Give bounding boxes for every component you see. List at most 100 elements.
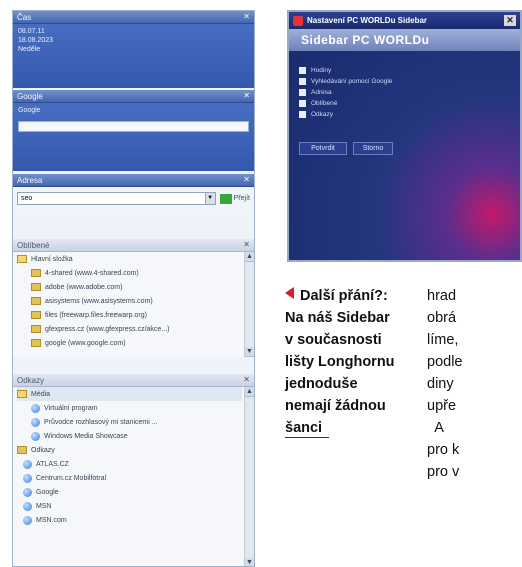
link-item[interactable]: Centrum.cz Mobilfotral: [17, 471, 242, 485]
address-input-value: seo: [21, 195, 33, 202]
folder-icon: [17, 255, 27, 263]
caption-line: v současnosti: [285, 332, 382, 348]
link-icon: [31, 431, 40, 441]
address-title: Adresa: [17, 175, 43, 185]
link-item-label: Virtuální program: [44, 404, 98, 412]
checkbox-icon[interactable]: [299, 89, 306, 96]
dialog-option[interactable]: Adresa: [289, 87, 520, 98]
favorite-item-label: google (www.google.com): [45, 339, 126, 347]
link-icon: [23, 515, 32, 525]
caption-line: nemají žádnou: [285, 398, 386, 414]
folder-icon: [31, 297, 41, 305]
article-line: upře: [427, 398, 457, 414]
folder-icon: [17, 446, 27, 454]
checkbox-icon[interactable]: [299, 100, 306, 107]
panel-close-icon[interactable]: ✕: [243, 13, 250, 21]
article-line: podle: [427, 354, 463, 370]
article-text-column: hrad obrá líme, podle diny upře Apro k pro v: [427, 285, 522, 483]
dialog-option[interactable]: Hodiny: [289, 65, 520, 76]
caption-rule: [285, 437, 329, 438]
other-folder-label: Odkazy: [31, 446, 55, 454]
google-title: Google: [17, 91, 43, 101]
link-item[interactable]: MSN.com: [17, 513, 242, 527]
dialog-header: Sidebar PC WORLDu: [289, 29, 520, 51]
links-scrollbar[interactable]: ▲ ▼: [244, 387, 254, 566]
favorites-root[interactable]: Hlavní složka: [17, 252, 242, 266]
links-title: Odkazy: [17, 375, 45, 385]
google-label: Google: [18, 107, 41, 114]
clock-date-2: 18.08.2023: [18, 37, 54, 44]
dialog-title: Nastavení PC WORLDu Sidebar: [307, 16, 428, 25]
sidebar-screenshot: Čas ✕ 08.07.11 18.08.2023 Neděle Google ✕ …: [12, 10, 255, 567]
article-line: pro k: [427, 442, 460, 458]
dialog-option-label: Hodiny: [311, 67, 332, 74]
app-logo-icon: [293, 15, 303, 26]
link-item-label: MSN.com: [36, 516, 67, 524]
google-search-input[interactable]: [18, 121, 249, 132]
dialog-option[interactable]: Vyhledávání pomocí Google: [289, 76, 520, 87]
links-panel: Odkazy ✕ Média Virtuální program Průvodce …: [13, 374, 254, 566]
scroll-down-icon[interactable]: ▼: [245, 347, 254, 357]
close-icon[interactable]: ✕: [504, 15, 516, 26]
article-line: A: [427, 420, 444, 436]
media-folder[interactable]: Média: [17, 387, 242, 401]
favorite-item[interactable]: google (www.google.com): [17, 336, 242, 350]
checkbox-icon[interactable]: [299, 67, 306, 74]
caption-line: Na náš Sidebar: [285, 310, 390, 326]
link-item[interactable]: Google: [17, 485, 242, 499]
apply-button[interactable]: Potvrdit: [299, 142, 347, 155]
favorite-item[interactable]: gfexpress.cz (www.gfexpress.cz/akce...): [17, 322, 242, 336]
address-panel: Adresa ✕ seo ▼ Přejít: [13, 174, 254, 214]
folder-icon: [31, 325, 41, 333]
article-line: hrad: [427, 288, 457, 304]
checkbox-icon[interactable]: [299, 78, 306, 85]
scroll-down-icon[interactable]: ▼: [245, 558, 254, 566]
article-line: obrá: [427, 310, 457, 326]
caption-line: Další přání?:: [300, 288, 388, 304]
favorite-item-label: files (freewarp.files.freewarp.org): [45, 311, 147, 319]
link-item-label: ATLAS.CZ: [36, 460, 69, 468]
link-icon: [23, 459, 32, 469]
article-line: pro v: [427, 464, 460, 480]
checkbox-icon[interactable]: [299, 111, 306, 118]
caption-line: šanci: [285, 420, 323, 436]
link-item-label: MSN: [36, 502, 52, 510]
panel-close-icon[interactable]: ✕: [243, 376, 250, 384]
panel-close-icon[interactable]: ✕: [243, 92, 250, 100]
media-folder-label: Média: [31, 390, 51, 398]
folder-icon: [31, 311, 41, 319]
favorite-item[interactable]: files (freewarp.files.freewarp.org): [17, 308, 242, 322]
scroll-up-icon[interactable]: ▲: [245, 252, 254, 262]
favorites-scrollbar[interactable]: ▲ ▼: [244, 252, 254, 357]
folder-icon: [17, 390, 27, 398]
favorites-root-label: Hlavní složka: [31, 255, 73, 263]
panel-close-icon[interactable]: ✕: [243, 176, 250, 184]
dropdown-arrow-icon[interactable]: ▼: [204, 193, 215, 204]
link-item[interactable]: MSN: [17, 499, 242, 513]
panel-close-icon[interactable]: ✕: [243, 241, 250, 249]
favorite-item[interactable]: adobe (www.adobe.com): [17, 280, 242, 294]
address-input[interactable]: seo ▼: [17, 192, 216, 205]
dialog-option[interactable]: Oblíbené: [289, 98, 520, 109]
settings-dialog-screenshot: Nastavení PC WORLDu Sidebar ✕ Sidebar PC…: [287, 10, 522, 262]
favorite-item[interactable]: 4-shared (www.4-shared.com): [17, 266, 242, 280]
link-icon: [23, 487, 32, 497]
link-item[interactable]: Průvodce rozhlasový mi stanicemi ...: [17, 415, 242, 429]
google-panel: Google ✕ Google: [13, 90, 254, 171]
folder-icon: [31, 339, 41, 347]
link-item[interactable]: Windows Media Showcase: [17, 429, 242, 443]
dialog-option[interactable]: Odkazy: [289, 109, 520, 120]
go-label: Přejít: [233, 195, 250, 202]
dialog-option-label: Adresa: [311, 89, 332, 96]
cancel-button[interactable]: Storno: [353, 142, 393, 155]
scroll-up-icon[interactable]: ▲: [245, 387, 254, 397]
favorites-panel: Oblíbené ✕ Hlavní složka 4-shared (www.4-…: [13, 239, 254, 357]
go-button[interactable]: Přejít: [219, 193, 250, 204]
google-panel-header: Google ✕: [13, 90, 254, 103]
link-item-label: Windows Media Showcase: [44, 432, 128, 440]
link-item[interactable]: Virtuální program: [17, 401, 242, 415]
favorite-item-label: asisystems (www.asisystems.com): [45, 297, 153, 305]
favorite-item[interactable]: asisystems (www.asisystems.com): [17, 294, 242, 308]
other-folder[interactable]: Odkazy: [17, 443, 242, 457]
link-item[interactable]: ATLAS.CZ: [17, 457, 242, 471]
